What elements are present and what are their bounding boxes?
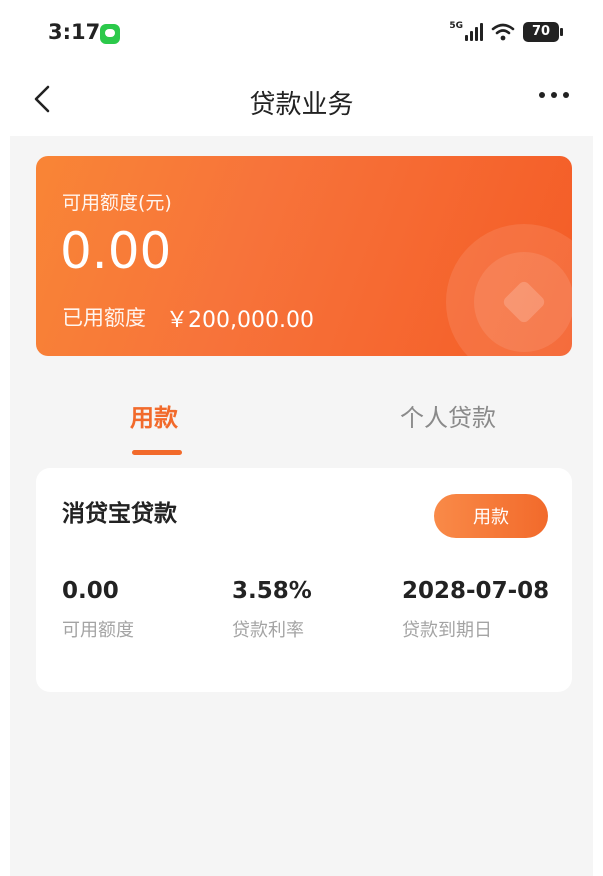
status-time: 3:17 xyxy=(48,20,101,44)
stat-value: 0.00 xyxy=(62,578,119,604)
stat-interest-rate: 3.58% 贷款利率 xyxy=(232,578,312,642)
credit-summary-card: 可用额度(元) 0.00 已用额度 ￥200,000.00 xyxy=(36,156,572,356)
tab-active-indicator xyxy=(132,450,182,455)
stat-label: 可用额度 xyxy=(62,620,134,641)
message-icon xyxy=(100,24,120,44)
nav-bar: 贷款业务 xyxy=(0,64,603,136)
stat-label: 贷款到期日 xyxy=(402,620,492,641)
stat-value: 2028-07-08 xyxy=(402,578,550,604)
tab-bar: 用款 个人贷款 xyxy=(36,386,572,456)
stat-value: 3.58% xyxy=(232,578,312,604)
battery-icon: 70 xyxy=(523,22,563,42)
loan-card: 消贷宝贷款 用款 0.00 可用额度 3.58% 贷款利率 2028-07-08… xyxy=(36,468,572,692)
stat-available-credit: 0.00 可用额度 xyxy=(62,578,134,642)
page-title: 贷款业务 xyxy=(249,90,354,120)
content-area: 可用额度(元) 0.00 已用额度 ￥200,000.00 用款 个人贷款 消贷… xyxy=(10,136,593,876)
used-credit-amount: ￥200,000.00 xyxy=(166,308,314,333)
tab-personal-loan[interactable]: 个人贷款 xyxy=(400,398,496,433)
withdraw-button[interactable]: 用款 xyxy=(434,494,548,538)
more-icon[interactable] xyxy=(539,92,569,98)
status-bar: 3:17 5G 70 xyxy=(0,0,603,64)
available-credit-amount: 0.00 xyxy=(60,222,172,280)
stat-label: 贷款利率 xyxy=(232,620,304,641)
stat-due-date: 2028-07-08 贷款到期日 xyxy=(402,578,549,642)
available-credit-label: 可用额度(元) xyxy=(62,192,172,214)
signal-icon xyxy=(465,23,483,41)
coin-icon xyxy=(446,224,572,356)
status-indicators: 5G 70 xyxy=(449,21,563,42)
used-credit-label: 已用额度 xyxy=(62,306,146,330)
network-type: 5G xyxy=(449,21,463,31)
loan-name: 消贷宝贷款 xyxy=(62,501,177,527)
wifi-icon xyxy=(491,23,515,41)
tab-withdraw[interactable]: 用款 xyxy=(130,398,178,433)
